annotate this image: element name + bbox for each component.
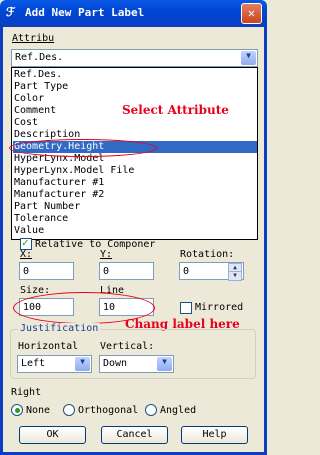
radio-none-label[interactable]: None bbox=[26, 405, 50, 416]
cancel-button[interactable]: Cancel bbox=[101, 426, 168, 444]
list-item[interactable]: Value bbox=[14, 225, 257, 237]
chevron-down-icon[interactable]: ▼ bbox=[241, 51, 256, 65]
radio-angled[interactable] bbox=[145, 404, 157, 416]
relative-to-component-label: Relative to Componer bbox=[35, 239, 156, 250]
close-button[interactable]: ✕ bbox=[241, 3, 262, 24]
radio-orthogonal-label[interactable]: Orthogonal bbox=[78, 405, 138, 416]
x-label: X: bbox=[20, 249, 33, 260]
list-item[interactable]: Manufacturer #2 bbox=[14, 189, 257, 201]
radio-angled-label[interactable]: Angled bbox=[160, 405, 196, 416]
list-item[interactable]: Tolerance bbox=[14, 213, 257, 225]
window-title: Add New Part Label bbox=[25, 6, 145, 19]
horizontal-label: Horizontal bbox=[18, 341, 79, 352]
y-value: 0 bbox=[103, 266, 110, 277]
vertical-label: Vertical: bbox=[100, 341, 155, 352]
horizontal-select[interactable]: Left ▼ bbox=[17, 355, 92, 373]
select-attribute-annotation: Select Attribute bbox=[122, 103, 229, 117]
rotation-label: Rotation: bbox=[180, 249, 235, 260]
list-item[interactable]: Ref.Des. bbox=[14, 69, 257, 81]
help-button[interactable]: Help bbox=[181, 426, 248, 444]
attribute-label: Attribu bbox=[12, 33, 55, 44]
ok-button[interactable]: OK bbox=[19, 426, 86, 444]
horizontal-value: Left bbox=[21, 358, 46, 369]
chevron-down-icon[interactable]: ▼ bbox=[157, 357, 172, 371]
vertical-select[interactable]: Down ▼ bbox=[99, 355, 174, 373]
list-item[interactable]: HyperLynx.Model File bbox=[14, 165, 257, 177]
radio-none[interactable] bbox=[11, 404, 23, 416]
list-item[interactable]: Cost bbox=[14, 117, 257, 129]
chevron-down-icon[interactable]: ▼ bbox=[75, 357, 90, 371]
pcb-label-icon: ℱ bbox=[6, 5, 16, 19]
spin-down-icon[interactable]: ▼ bbox=[228, 271, 242, 281]
rotation-input[interactable]: 0 ▲ ▼ bbox=[179, 262, 244, 281]
select-attribute-highlight-oval bbox=[9, 139, 157, 157]
vertical-value: Down bbox=[103, 358, 128, 369]
rotation-value: 0 bbox=[183, 266, 190, 277]
x-value: 0 bbox=[23, 266, 30, 277]
y-input[interactable]: 0 bbox=[99, 262, 154, 280]
radio-orthogonal[interactable] bbox=[63, 404, 75, 416]
attribute-selected-value: Ref.Des. bbox=[15, 52, 64, 63]
right-label: Right bbox=[11, 387, 42, 398]
list-item[interactable]: Manufacturer #1 bbox=[14, 177, 257, 189]
list-item[interactable]: Part Number bbox=[14, 201, 257, 213]
justification-group-label: Justification bbox=[18, 323, 101, 334]
y-label: Y: bbox=[100, 249, 113, 260]
list-item[interactable]: Part Type bbox=[14, 81, 257, 93]
attribute-select[interactable]: Ref.Des. ▼ bbox=[11, 49, 258, 67]
x-input[interactable]: 0 bbox=[19, 262, 74, 280]
mirrored-checkbox[interactable] bbox=[180, 302, 192, 314]
mirrored-label: Mirrored bbox=[195, 302, 244, 313]
